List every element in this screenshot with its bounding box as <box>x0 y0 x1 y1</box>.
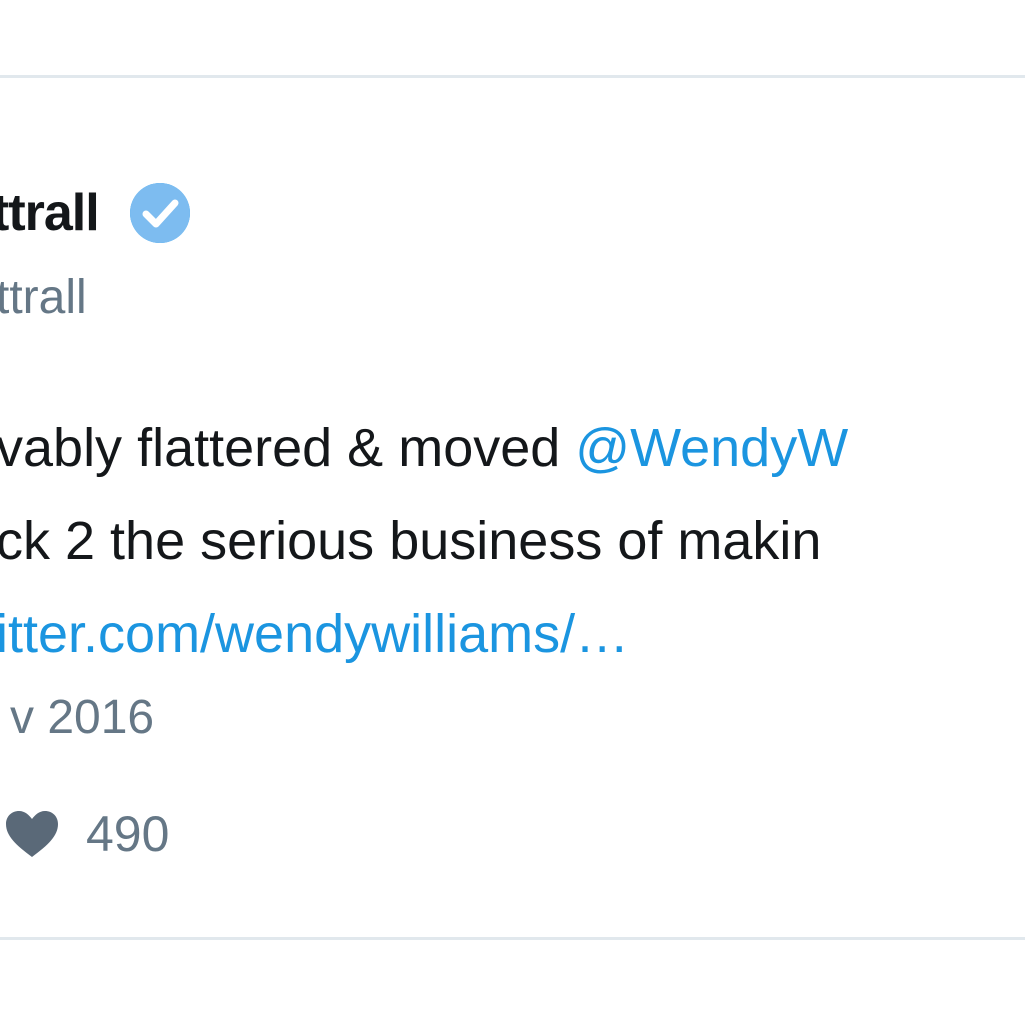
tweet-timestamp[interactable]: v 2016 <box>10 690 154 745</box>
tweet-actions: 490 <box>4 805 169 863</box>
author-handle[interactable]: ttrall <box>0 270 87 325</box>
tweet-text: vably flattered & moved @WendyW ck 2 the… <box>0 402 848 681</box>
page: ttrall ttrall vably flattered & moved @W… <box>0 0 1025 1025</box>
tweet-text-line-2: ck 2 the serious business of makin <box>0 511 822 571</box>
author-name-row: ttrall <box>0 180 193 246</box>
tweet-text-segment: vably flattered & moved <box>0 418 576 478</box>
author-display-name[interactable]: ttrall <box>0 183 100 243</box>
heart-icon[interactable] <box>4 809 60 859</box>
tweet-text-line-1: vably flattered & moved @WendyW <box>0 402 848 495</box>
bottom-divider <box>0 937 1025 940</box>
mention-link[interactable]: @WendyW <box>575 418 848 478</box>
verified-badge-icon <box>127 180 193 246</box>
tweet-url-link[interactable]: itter.com/wendywilliams/… <box>0 588 848 681</box>
like-count: 490 <box>86 806 170 862</box>
